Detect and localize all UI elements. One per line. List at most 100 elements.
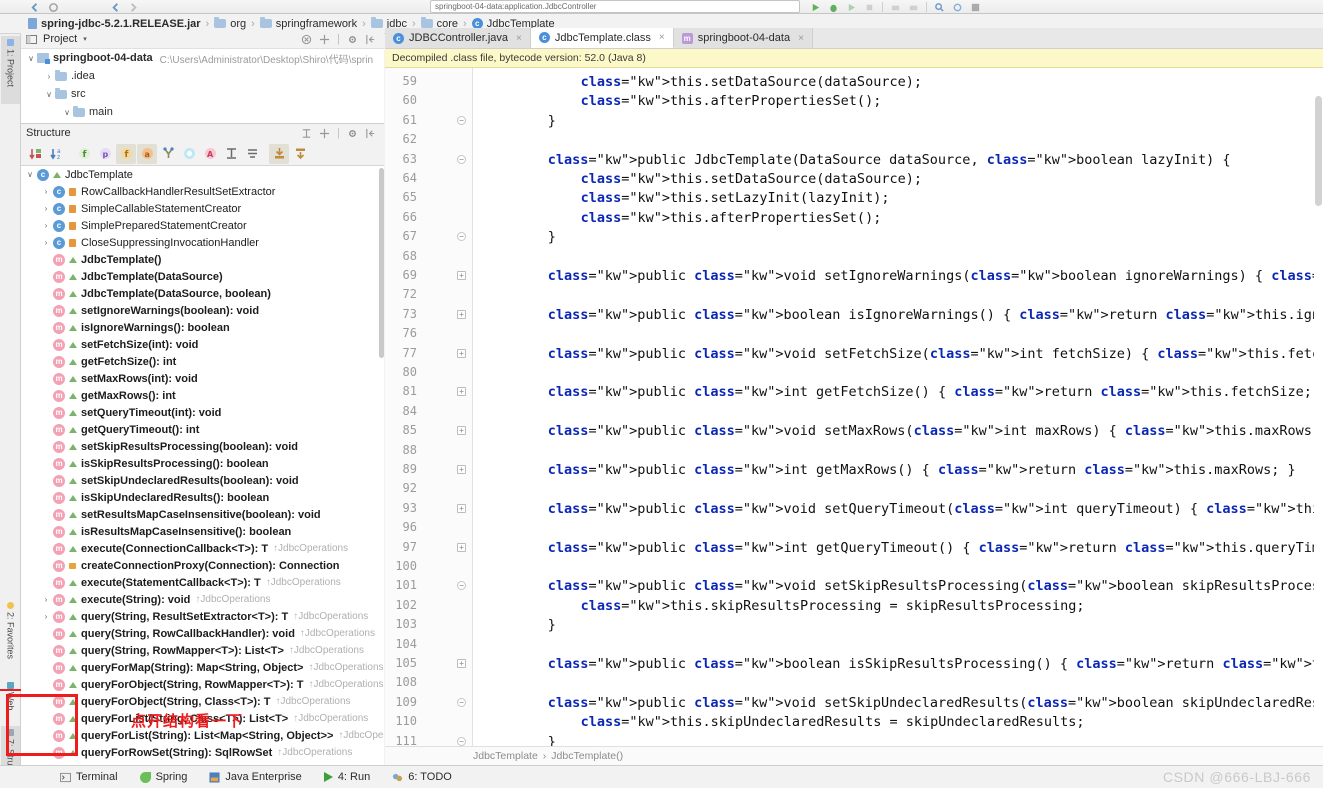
code-line[interactable]: class="kw">public class="kw">int getFetc… (548, 384, 1323, 400)
structure-row[interactable]: ∨ c JdbcTemplate (21, 166, 384, 183)
code-fold-toggle[interactable]: + (457, 271, 466, 280)
structure-row[interactable]: m setQueryTimeout(int): void (21, 404, 384, 421)
tree-row[interactable]: ∨ springboot-04-data C:\Users\Administra… (21, 49, 384, 67)
show-properties-button[interactable]: p (95, 144, 115, 164)
show-fields-button[interactable]: f (74, 144, 94, 164)
structure-row[interactable]: m JdbcTemplate(DataSource, boolean) (21, 285, 384, 302)
structure-row[interactable]: m queryForObject(String, Class<T>): T ↑Jdb… (21, 693, 384, 710)
tab-springboot-04-data[interactable]: m springboot-04-data × (673, 28, 813, 48)
tree-row[interactable]: ∨ src (21, 85, 384, 103)
structure-row[interactable]: m setSkipUndeclaredResults(boolean): void (21, 472, 384, 489)
chevron-right-icon[interactable]: › (39, 204, 53, 213)
show-non-public-button[interactable]: f (116, 143, 136, 164)
autoscroll-to-source-button[interactable] (269, 143, 289, 164)
code-fold-toggle[interactable]: + (457, 348, 466, 358)
code-line[interactable]: class="kw">this.skipResultsProcessing = … (581, 598, 1085, 614)
code-fold-toggle[interactable]: + (457, 503, 466, 513)
code-content[interactable]: class="kw">this.setDataSource(dataSource… (473, 68, 1323, 746)
structure-row[interactable]: m createConnectionProxy(Connection): Conn… (21, 557, 384, 574)
structure-row[interactable]: m setSkipResultsProcessing(boolean): void (21, 438, 384, 455)
structure-scrollbar[interactable] (379, 168, 384, 358)
structure-row[interactable]: m queryForRowSet(String): SqlRowSet ↑JdbcO… (21, 744, 384, 761)
code-line[interactable]: } (548, 617, 556, 633)
code-fold-toggle[interactable]: − (457, 697, 466, 707)
code-fold-toggle[interactable]: + (457, 387, 466, 397)
chevron-right-icon[interactable]: › (39, 221, 53, 230)
structure-row[interactable]: m isResultsMapCaseInsensitive(): boolean (21, 523, 384, 540)
code-line[interactable]: class="kw">public class="kw">void setIgn… (548, 268, 1323, 284)
code-fold-toggle[interactable]: + (457, 426, 466, 436)
scroll-from-source-icon[interactable] (319, 34, 330, 45)
status-item-java-enterprise[interactable]: Java Enterprise (209, 771, 302, 783)
gear-icon[interactable] (347, 128, 358, 139)
code-line[interactable]: class="kw">public class="kw">void setSki… (548, 578, 1323, 594)
tree-row[interactable]: ∨ main (21, 103, 384, 121)
structure-row[interactable]: › c RowCallbackHandlerResultSetExtractor (21, 183, 384, 200)
code-line[interactable]: class="kw">public class="kw">int getQuer… (548, 540, 1323, 556)
code-fold-toggle[interactable]: − (457, 115, 466, 125)
line-number-gutter[interactable]: 59 60 61 − 62 63 − 64 65 66 67 − 68 69 +72 73 +76 77 +80 81… (385, 68, 473, 746)
sidebar-item-project[interactable]: 1: Project (1, 36, 20, 104)
code-fold-toggle[interactable]: + (457, 309, 466, 319)
structure-row[interactable]: m execute(ConnectionCallback<T>): T ↑JdbcO… (21, 540, 384, 557)
forward-arrow-icon[interactable] (128, 2, 139, 13)
structure-row[interactable]: m queryForMap(String): Map<String, Object… (21, 659, 384, 676)
structure-row[interactable]: m isSkipUndeclaredResults(): boolean (21, 489, 384, 506)
collapse-all-button[interactable] (242, 144, 262, 164)
structure-row[interactable]: m getMaxRows(): int (21, 387, 384, 404)
sync-icon[interactable] (908, 2, 919, 13)
structure-row[interactable]: m execute(StatementCallback<T>): T ↑JdbcOp… (21, 574, 384, 591)
scroll-from-source-icon[interactable] (319, 128, 330, 139)
chevron-expanded-icon[interactable]: ∨ (43, 90, 55, 99)
close-icon[interactable]: × (659, 32, 665, 43)
sidebar-item-favorites[interactable]: 2: Favorites (1, 599, 20, 681)
structure-row[interactable]: m JdbcTemplate(DataSource) (21, 268, 384, 285)
run-configuration-field[interactable]: springboot-04-data:application.JdbcContr… (430, 0, 800, 13)
tree-row[interactable]: › .idea (21, 67, 384, 85)
navigate-back-icon[interactable] (30, 2, 41, 13)
code-line[interactable]: class="kw">public class="kw">int getMaxR… (548, 462, 1296, 478)
code-editor[interactable]: 59 60 61 − 62 63 − 64 65 66 67 − 68 69 +72 73 +76 77 +80 81… (385, 68, 1323, 746)
chevron-right-icon[interactable]: › (39, 595, 53, 604)
structure-row[interactable]: m setMaxRows(int): void (21, 370, 384, 387)
structure-row[interactable]: m query(String, RowMapper<T>): List<T> ↑Jd… (21, 642, 384, 659)
status-item-spring[interactable]: Spring (139, 771, 187, 783)
settings-icon[interactable] (952, 2, 963, 13)
code-line[interactable]: } (548, 229, 556, 245)
code-line[interactable]: class="kw">public class="kw">void setQue… (548, 501, 1323, 517)
editor-breadcrumb-class[interactable]: JdbcTemplate (473, 750, 538, 762)
status-item-todo[interactable]: 6: TODO (392, 771, 452, 783)
code-fold-toggle[interactable]: + (457, 659, 466, 668)
hide-panel-icon[interactable] (365, 34, 376, 45)
collapse-all-icon[interactable] (301, 34, 312, 45)
coverage-icon[interactable] (846, 2, 857, 13)
code-line[interactable]: class="kw">this.skipUndeclaredResults = … (581, 714, 1085, 730)
chevron-right-icon[interactable]: › (39, 238, 53, 247)
show-inherited-button[interactable] (158, 144, 178, 164)
structure-row[interactable]: m setResultsMapCaseInsensitive(boolean): … (21, 506, 384, 523)
structure-row[interactable]: m isSkipResultsProcessing(): boolean (21, 455, 384, 472)
structure-row[interactable]: m queryForObject(String, RowMapper<T>): T… (21, 676, 384, 693)
structure-row[interactable]: m setIgnoreWarnings(boolean): void (21, 302, 384, 319)
code-fold-toggle[interactable]: − (457, 232, 466, 242)
chevron-right-icon[interactable]: › (39, 187, 53, 196)
chevron-down-icon[interactable]: ▾ (83, 35, 87, 43)
code-fold-toggle[interactable]: − (457, 154, 466, 164)
structure-row[interactable]: m getQueryTimeout(): int (21, 421, 384, 438)
code-fold-toggle[interactable]: + (457, 465, 466, 474)
structure-row[interactable]: › c CloseSuppressingInvocationHandler (21, 234, 384, 251)
structure-row[interactable]: › c SimplePreparedStatementCreator (21, 217, 384, 234)
status-item-terminal[interactable]: Terminal (60, 771, 118, 783)
group-methods-button[interactable] (221, 144, 241, 164)
editor-breadcrumb-method[interactable]: JdbcTemplate() (551, 750, 623, 762)
status-item-run[interactable]: 4: Run (323, 771, 370, 783)
code-line[interactable]: class="kw">this.setDataSource(dataSource… (581, 171, 922, 187)
sidebar-item-web[interactable]: Web (1, 679, 20, 724)
project-tree[interactable]: ∨ springboot-04-data C:\Users\Administra… (21, 49, 384, 123)
chevron-right-icon[interactable]: › (39, 612, 53, 621)
hide-panel-icon[interactable] (365, 128, 376, 139)
structure-row[interactable]: m getFetchSize(): int (21, 353, 384, 370)
gear-icon[interactable] (347, 34, 358, 45)
refresh-icon[interactable] (48, 2, 59, 13)
structure-row[interactable]: m query(String, RowCallbackHandler): void… (21, 625, 384, 642)
